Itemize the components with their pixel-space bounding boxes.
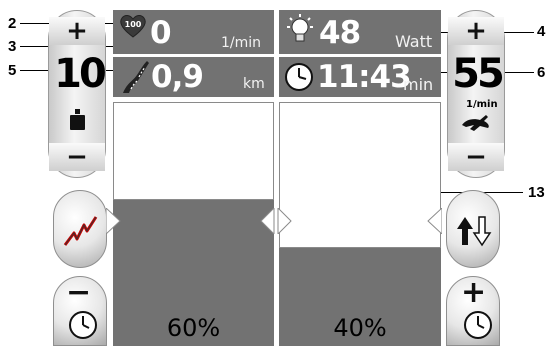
left-plus-button[interactable]: +: [49, 16, 105, 46]
power-unit: Watt: [395, 32, 433, 51]
heart-badge: 100: [124, 20, 142, 29]
right-bar-empty-area: [279, 102, 441, 248]
right-marker-notch: [427, 208, 442, 234]
clock-icon: [464, 311, 492, 339]
weight-icon: [69, 109, 86, 131]
right-plus-label: +: [465, 16, 487, 46]
right-minus-label: −: [465, 142, 487, 172]
left-stepper-value: 10: [54, 51, 107, 97]
pulse-display: 100 0 1/min: [113, 10, 274, 54]
timer-minus-label: −: [66, 275, 92, 310]
pulse-value: 0: [150, 15, 172, 51]
power-display: 48 Watt: [279, 10, 441, 54]
distance-value: 0,9: [151, 59, 204, 95]
up-down-arrows-icon: [457, 216, 492, 247]
left-minus-label: −: [66, 142, 88, 172]
timer-plus-label: +: [461, 275, 487, 310]
right-minus-button[interactable]: −: [448, 142, 504, 172]
time-value: 11:43: [317, 59, 412, 95]
timer-minus-button[interactable]: −: [53, 275, 107, 346]
time-unit: min: [403, 75, 434, 94]
distance-display: 0,9 km: [113, 57, 274, 97]
distance-unit: km: [243, 76, 265, 92]
right-stepper-unit: 1/min: [466, 99, 498, 110]
power-value: 48: [319, 15, 361, 51]
right-level-bar[interactable]: 40%: [279, 102, 441, 346]
left-plus-label: +: [66, 16, 88, 46]
heart-icon: 100: [119, 14, 147, 38]
right-bar-percent: 40%: [333, 314, 387, 342]
callout-2: 2: [8, 15, 17, 32]
time-display: 11:43 min: [279, 57, 441, 97]
callout-13: 13: [528, 184, 545, 201]
zigzag-profile-icon: [63, 216, 98, 246]
road-icon: [119, 61, 149, 93]
swap-direction-button[interactable]: [446, 190, 500, 268]
lightbulb-icon: [284, 14, 316, 44]
load-profile-button[interactable]: [53, 190, 107, 268]
clock-icon: [69, 311, 97, 339]
right-stepper-panel: + 55 1/min −: [447, 10, 505, 178]
running-hare-icon: [460, 111, 492, 133]
right-plus-button[interactable]: +: [448, 16, 504, 46]
left-stepper-panel: + 10 −: [48, 10, 107, 178]
timer-plus-button[interactable]: +: [446, 275, 500, 346]
left-minus-button[interactable]: −: [49, 142, 105, 172]
callout-6: 6: [537, 64, 546, 81]
callout-5: 5: [8, 62, 17, 79]
clock-icon: [284, 62, 314, 92]
left-bar-percent: 60%: [166, 314, 221, 342]
left-bar-empty-area: [113, 102, 274, 200]
pulse-unit: 1/min: [221, 35, 262, 51]
left-marker-notch: [106, 208, 121, 234]
left-level-bar[interactable]: 60%: [113, 102, 274, 346]
callout-4: 4: [537, 23, 546, 40]
right-stepper-value: 55: [452, 51, 505, 97]
callout-3: 3: [8, 38, 17, 55]
center-marker-notch: [260, 208, 292, 234]
